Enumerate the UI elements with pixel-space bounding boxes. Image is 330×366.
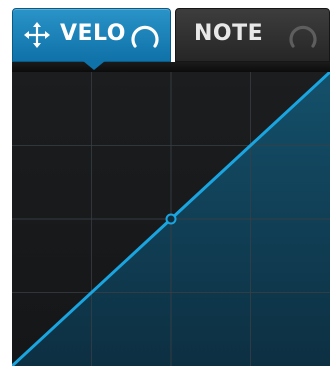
tab-velo-label: VELO (60, 21, 126, 46)
velocity-curve-graph[interactable] (12, 72, 330, 366)
curve-handle[interactable] (165, 213, 177, 225)
velocity-curve-panel: VELO NOTE (0, 0, 330, 366)
tab-note-label: NOTE (194, 21, 264, 46)
tab-note[interactable]: NOTE (175, 8, 330, 62)
tab-velo[interactable]: VELO (12, 8, 171, 62)
tab-divider (12, 62, 330, 72)
knob-icon[interactable] (288, 21, 318, 51)
knob-icon[interactable] (130, 21, 160, 51)
move-icon[interactable] (24, 22, 50, 48)
active-tab-pointer (83, 61, 105, 70)
